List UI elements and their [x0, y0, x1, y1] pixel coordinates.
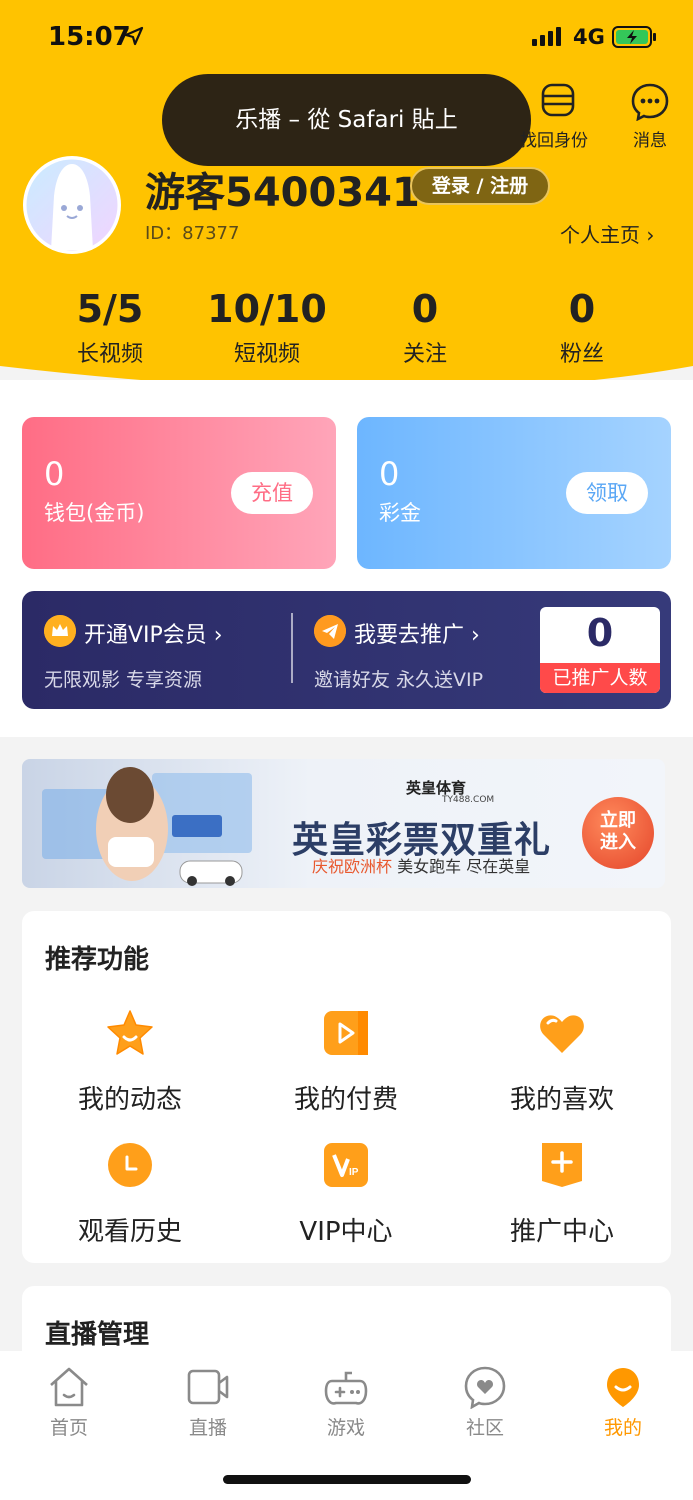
user-id: ID：87377 [145, 223, 240, 244]
message-icon[interactable] [631, 83, 669, 121]
feature-watch-history[interactable]: 观看历史 [22, 1141, 238, 1248]
banner-tagline: 庆祝欧洲杯 美女跑车 尽在英皇 [312, 853, 530, 877]
location-arrow-icon [124, 26, 144, 46]
vip-promo-bar: 开通VIP会员 › 无限观影 专享资源 我要去推广 › 邀请好友 永久送VIP … [22, 591, 671, 709]
username: 游客5400341 [145, 170, 420, 216]
status-bar: 15:07 4G [0, 22, 693, 54]
tab-games[interactable]: 游戏 [296, 1365, 396, 1440]
enter-line-2: 进入 [600, 832, 636, 853]
avatar-image [23, 156, 121, 254]
home-icon [50, 1367, 88, 1407]
identity-recover-icon[interactable] [540, 82, 576, 118]
enter-line-1: 立即 [600, 810, 636, 831]
network-type: 4G [573, 25, 605, 49]
tab-label: 直播 [188, 1417, 227, 1439]
tab-label: 游戏 [326, 1417, 365, 1439]
stat-label: 粉丝 [559, 342, 604, 367]
svg-text:IP: IP [349, 1167, 359, 1178]
tab-live[interactable]: 直播 [158, 1365, 258, 1440]
section-title: 推荐功能 [45, 945, 150, 975]
promote-link[interactable]: 我要去推广 › [354, 617, 480, 649]
ad-banner[interactable]: 英皇体育 TY488.COM 英皇彩票双重礼 庆祝欧洲杯 美女跑车 尽在英皇 立… [22, 759, 665, 888]
home-indicator [223, 1475, 471, 1484]
claim-button[interactable]: 领取 [566, 472, 648, 514]
tab-community[interactable]: 社区 [435, 1365, 535, 1440]
section-title: 直播管理 [45, 1320, 150, 1350]
recommended-features: 推荐功能 我的动态 我的付费 我的喜欢 观看历史 IP VIP中心 推广中心 [22, 911, 671, 1263]
profile-icon [607, 1368, 639, 1407]
identity-recover-label[interactable]: 找回身份 [520, 126, 588, 151]
tab-label: 首页 [49, 1417, 88, 1439]
paper-plane-icon [314, 615, 346, 647]
divider [291, 613, 293, 683]
stat-label: 长视频 [76, 342, 143, 367]
feature-my-likes[interactable]: 我的喜欢 [454, 1009, 670, 1116]
stat-value: 0 [411, 287, 439, 331]
stat-short-video[interactable]: 10/10 短视频 [197, 288, 337, 368]
tab-label: 我的 [603, 1417, 642, 1439]
promotion-count-box: 0 已推广人数 [540, 607, 660, 693]
feature-label: 我的付费 [293, 1085, 398, 1115]
promote-subtitle: 邀请好友 永久送VIP [314, 669, 484, 691]
feature-promotion-center[interactable]: 推广中心 [454, 1141, 670, 1248]
tab-home[interactable]: 首页 [19, 1365, 119, 1440]
recharge-button[interactable]: 充值 [231, 472, 313, 514]
status-time: 15:07 [48, 22, 131, 52]
avatar[interactable] [23, 156, 121, 254]
coin-balance: 0 [44, 455, 65, 493]
video-icon [187, 1369, 229, 1405]
feature-my-paid[interactable]: 我的付费 [238, 1009, 454, 1116]
banner-tagline-highlight: 庆祝欧洲杯 [312, 857, 393, 876]
community-icon [464, 1366, 506, 1410]
bonus-balance: 0 [379, 455, 400, 493]
crown-icon [44, 615, 76, 647]
stat-label: 短视频 [233, 342, 300, 367]
promotion-count: 0 [586, 611, 614, 655]
banner-brand-url: TY488.COM [442, 795, 495, 805]
open-vip-link[interactable]: 开通VIP会员 › [84, 617, 223, 649]
coin-wallet-card[interactable]: 0 钱包(金币) 充值 [22, 417, 336, 569]
tab-profile[interactable]: 我的 [573, 1365, 673, 1440]
feature-label: 观看历史 [77, 1217, 182, 1247]
enter-now-button[interactable]: 立即 进入 [582, 797, 654, 869]
stat-value: 0 [568, 287, 596, 331]
coin-label: 钱包(金币) [44, 501, 145, 525]
paste-toast: 乐播 – 從 Safari 貼上 [162, 74, 531, 166]
message-label[interactable]: 消息 [633, 126, 667, 151]
banner-tagline-rest: 美女跑车 尽在英皇 [392, 857, 531, 876]
feature-my-posts[interactable]: 我的动态 [22, 1009, 238, 1116]
stat-value: 10/10 [207, 287, 327, 331]
personal-homepage-link[interactable]: 个人主页 › [560, 219, 654, 248]
heart-icon [540, 1015, 584, 1053]
tab-label: 社区 [465, 1417, 504, 1439]
plus-icon [542, 1143, 582, 1187]
gamepad-icon [324, 1371, 368, 1405]
promotion-count-label: 已推广人数 [540, 663, 660, 693]
stat-followers[interactable]: 0 粉丝 [512, 288, 652, 368]
bonus-card[interactable]: 0 彩金 领取 [357, 417, 671, 569]
stat-following[interactable]: 0 关注 [355, 288, 495, 368]
stat-long-video[interactable]: 5/5 长视频 [40, 288, 180, 368]
feature-label: 我的动态 [77, 1085, 182, 1115]
login-register-button[interactable]: 登录 / 注册 [410, 167, 550, 205]
vip-subtitle: 无限观影 专享资源 [44, 669, 203, 691]
stat-label: 关注 [402, 342, 447, 367]
vip-icon: IP [324, 1143, 368, 1187]
feature-vip-center[interactable]: IP VIP中心 [238, 1141, 454, 1248]
bonus-label: 彩金 [379, 501, 421, 525]
banner-illustration [42, 767, 252, 886]
play-icon [324, 1011, 368, 1055]
star-icon [107, 1010, 153, 1055]
signal-icon [532, 27, 561, 46]
feature-label: VIP中心 [299, 1217, 393, 1247]
clock-icon [108, 1143, 152, 1187]
feature-label: 推广中心 [509, 1217, 614, 1247]
stat-value: 5/5 [76, 287, 144, 331]
feature-label: 我的喜欢 [509, 1085, 614, 1115]
battery-icon [612, 26, 656, 48]
